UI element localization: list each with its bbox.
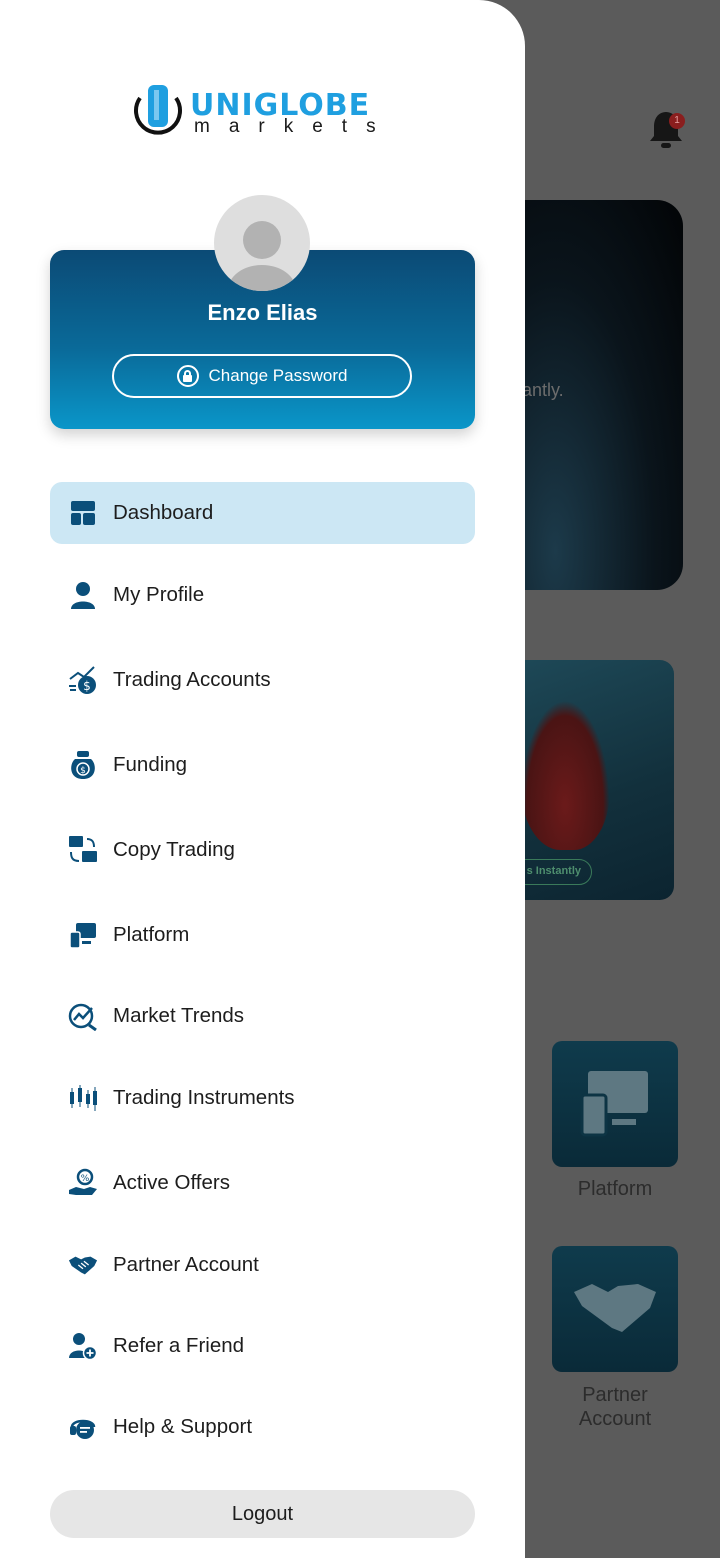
- hero-banner-text: antly.: [522, 380, 564, 400]
- partner-account-tile[interactable]: [552, 1246, 678, 1372]
- menu-label: Market Trends: [113, 1004, 245, 1027]
- platform-tile-label: Platform: [577, 1178, 653, 1200]
- svg-text:$: $: [83, 679, 91, 693]
- menu-label: Funding: [113, 753, 188, 776]
- notification-badge: 1: [669, 113, 685, 129]
- change-password-button[interactable]: Change Password: [112, 354, 412, 398]
- candlestick-icon: [68, 1083, 98, 1113]
- user-name: Enzo Elias: [207, 300, 318, 325]
- change-password-label: Change Password: [208, 366, 348, 385]
- menu-label: Active Offers: [113, 1171, 230, 1194]
- menu-item-trading-instruments[interactable]: Trading Instruments: [50, 1067, 475, 1129]
- platform-tile-icon: [580, 1071, 648, 1137]
- partner-account-tile-label: Partner Account: [578, 1384, 652, 1430]
- lock-icon: [176, 365, 199, 387]
- menu-label: Trading Accounts: [113, 668, 271, 691]
- menu-label: Partner Account: [113, 1253, 259, 1276]
- menu-item-partner-account[interactable]: Partner Account: [50, 1234, 475, 1296]
- menu-label: Platform: [113, 923, 190, 946]
- menu-item-funding[interactable]: $ Funding: [50, 734, 475, 796]
- platform-icon: [68, 920, 98, 950]
- trading-accounts-icon: $: [68, 665, 98, 695]
- dashboard-icon: [68, 498, 98, 528]
- svg-text:$: $: [80, 766, 86, 776]
- menu-label: Help & Support: [113, 1415, 253, 1438]
- platform-tile[interactable]: [552, 1041, 678, 1167]
- market-trends-icon: [68, 1001, 98, 1031]
- menu-item-dashboard[interactable]: Dashboard: [50, 482, 475, 544]
- menu-label: My Profile: [113, 583, 205, 606]
- support-icon: [68, 1412, 98, 1442]
- menu-item-copy-trading[interactable]: Copy Trading: [50, 819, 475, 881]
- menu-item-platform[interactable]: Platform: [50, 904, 475, 966]
- menu-label: Trading Instruments: [113, 1086, 295, 1109]
- menu-label: Dashboard: [113, 501, 214, 524]
- menu-item-trading-accounts[interactable]: $ Trading Accounts: [50, 649, 475, 711]
- menu-label: Refer a Friend: [113, 1334, 245, 1357]
- menu-item-my-profile[interactable]: My Profile: [50, 564, 475, 626]
- handshake-icon: [68, 1250, 98, 1280]
- menu-label: Copy Trading: [113, 838, 235, 861]
- svg-text:%: %: [81, 1174, 90, 1184]
- navigation-drawer: UNIGLOBE markets Enzo Elias Change Passw…: [0, 0, 525, 1558]
- menu-item-market-trends[interactable]: Market Trends: [50, 985, 475, 1047]
- promo-illustration: [520, 700, 610, 850]
- offers-icon: %: [68, 1168, 98, 1198]
- handshake-tile-icon: [574, 1284, 656, 1332]
- menu-item-refer-a-friend[interactable]: Refer a Friend: [50, 1315, 475, 1377]
- menu-item-help-support[interactable]: Help & Support: [50, 1396, 475, 1458]
- menu-item-active-offers[interactable]: % Active Offers: [50, 1152, 475, 1214]
- logout-button[interactable]: Logout: [50, 1490, 475, 1538]
- copy-trading-icon: [68, 835, 98, 865]
- money-bag-icon: $: [68, 750, 98, 780]
- refer-friend-icon: [68, 1331, 98, 1361]
- avatar[interactable]: [214, 195, 310, 291]
- brand-logo: UNIGLOBE markets: [130, 82, 400, 142]
- logo-subtitle: markets: [194, 116, 395, 137]
- logo-mark-icon: [134, 85, 182, 135]
- user-icon: [68, 580, 98, 610]
